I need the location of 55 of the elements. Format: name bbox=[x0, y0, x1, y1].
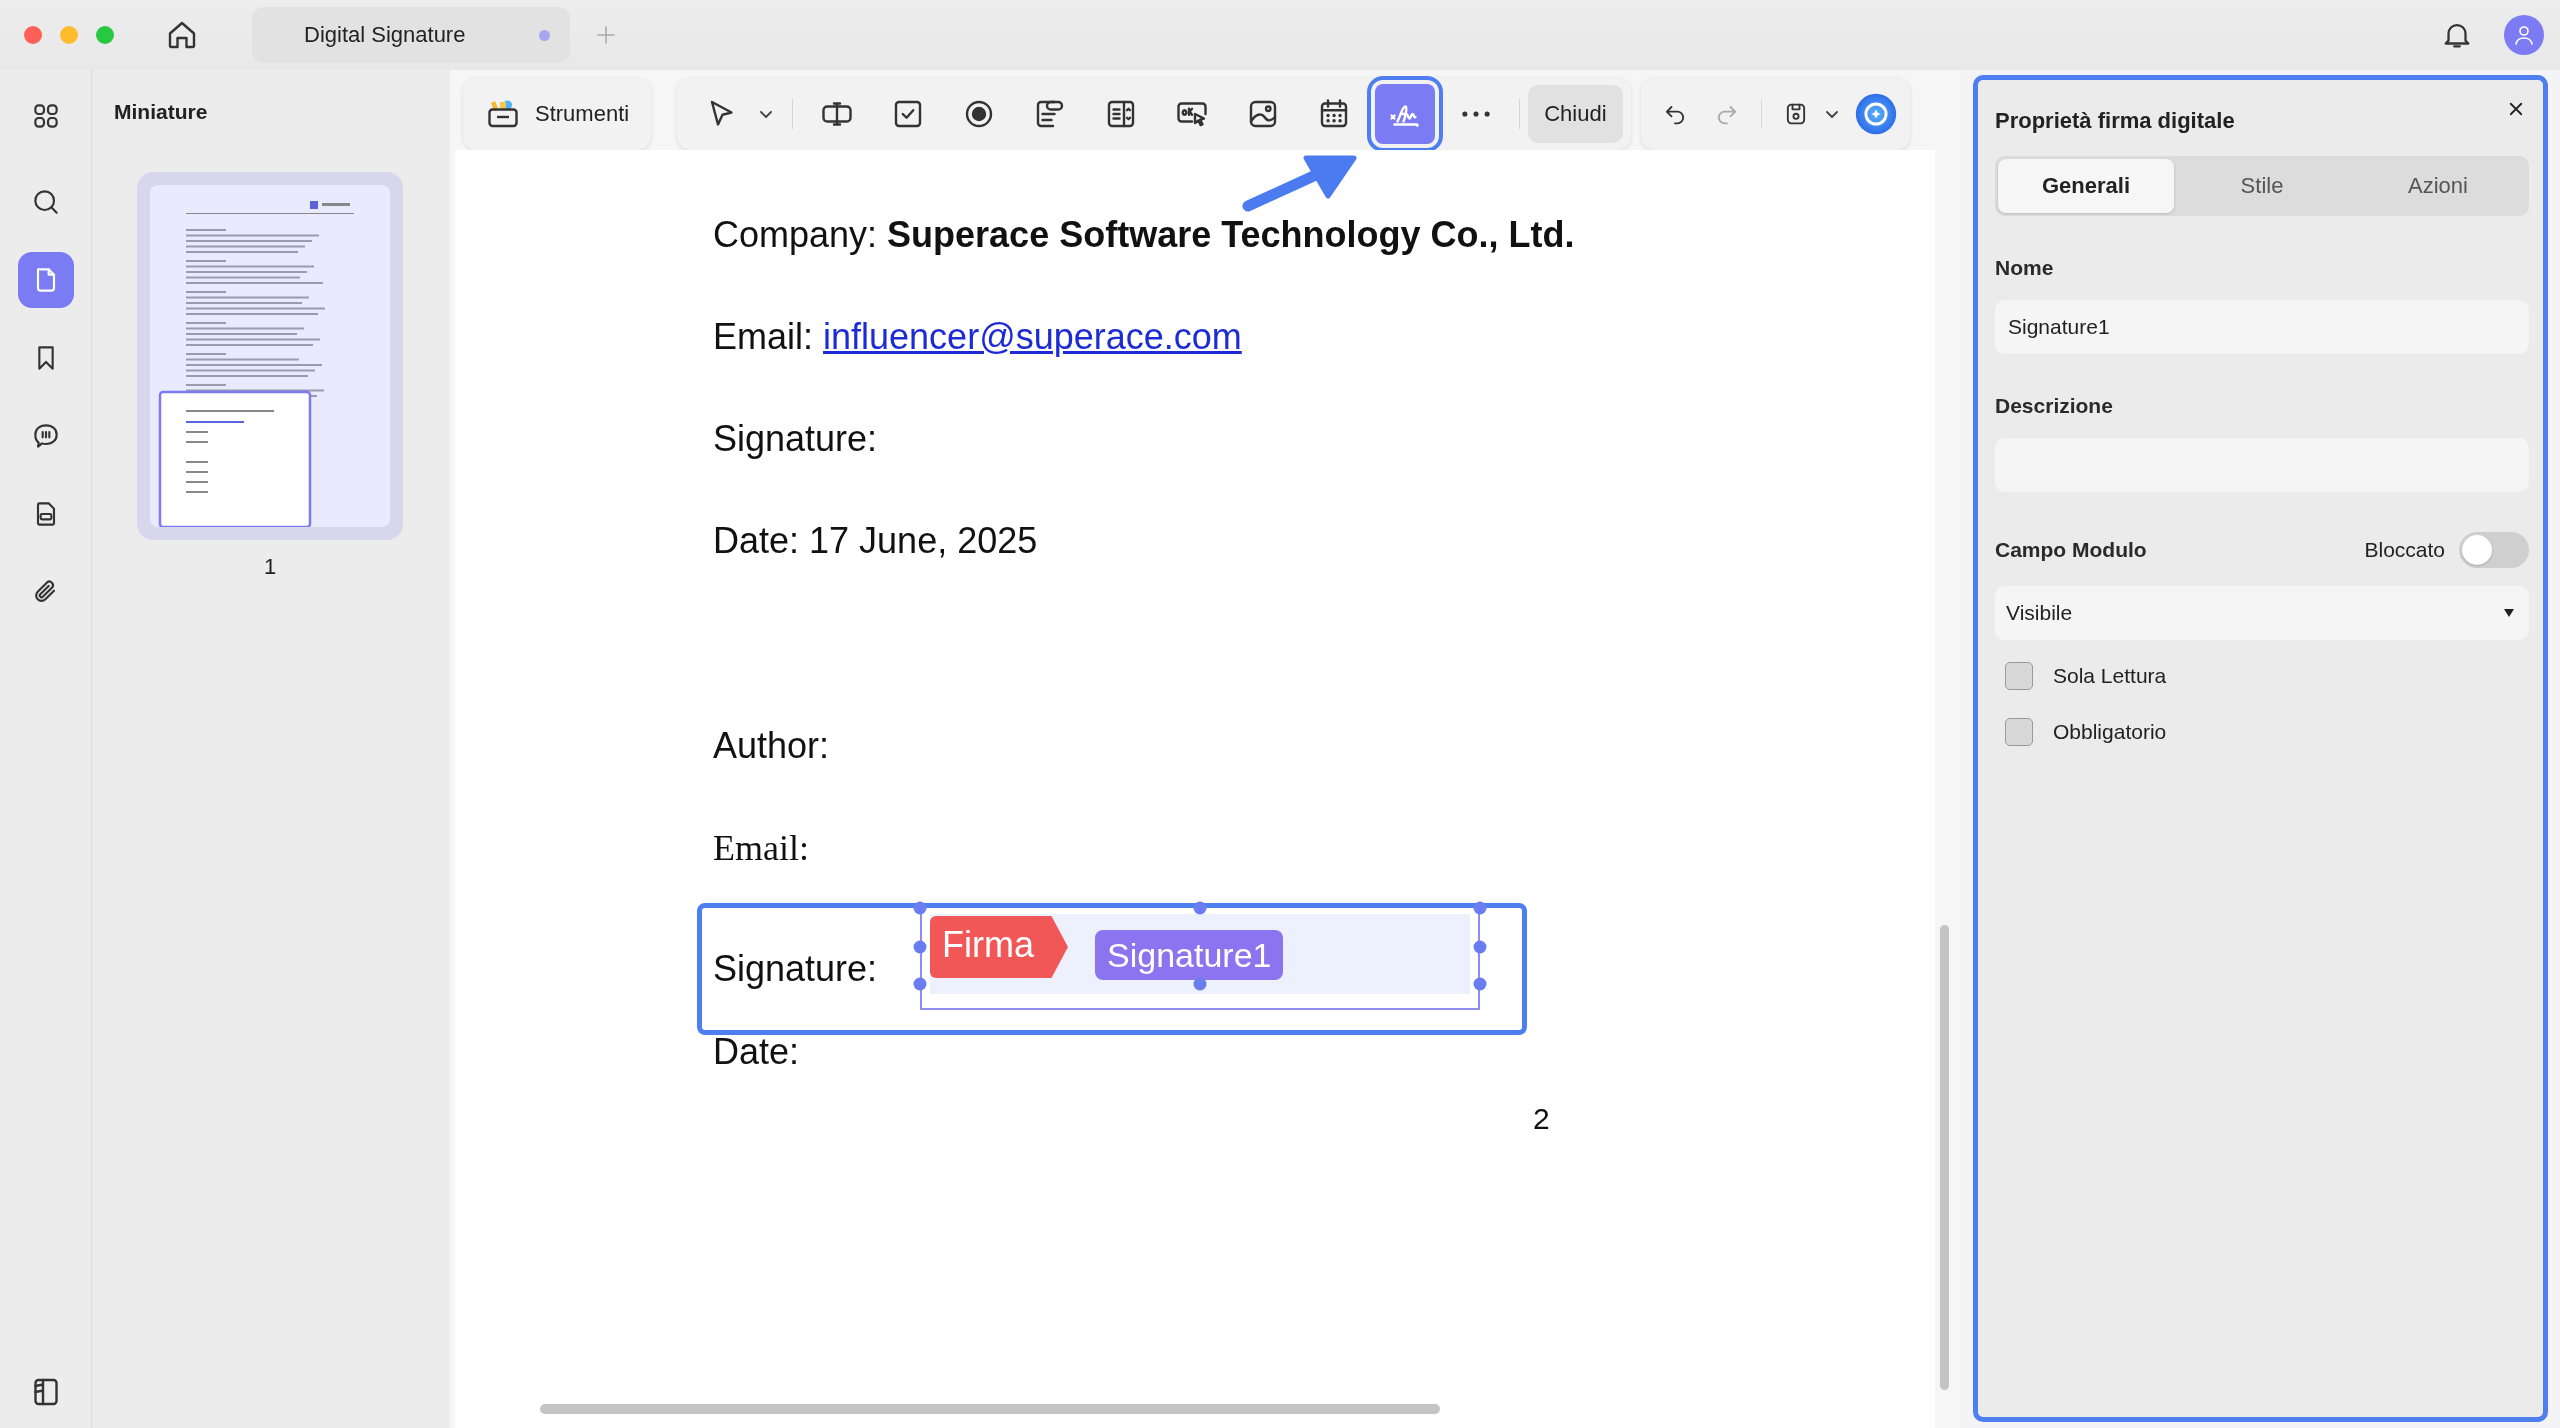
checkbox-label: Sola Lettura bbox=[2053, 664, 2167, 688]
resize-handle[interactable] bbox=[1473, 901, 1487, 915]
more-icon bbox=[1461, 111, 1490, 117]
checkbox[interactable] bbox=[2005, 662, 2033, 690]
tab[interactable]: Stile bbox=[2174, 159, 2350, 213]
close-window-button[interactable] bbox=[24, 26, 42, 44]
name-field[interactable]: Signature1 bbox=[1995, 300, 2529, 354]
scrollbar[interactable] bbox=[1940, 925, 1949, 1390]
resize-handle[interactable] bbox=[1193, 901, 1207, 915]
page-thumbnail[interactable] bbox=[137, 172, 403, 540]
company-label: Company: bbox=[713, 214, 878, 256]
close-button[interactable]: Chiudi bbox=[1528, 85, 1623, 143]
document-text: Email: bbox=[713, 827, 809, 869]
panel-title: Proprietà firma digitale bbox=[1995, 108, 2236, 134]
document-text: Author: bbox=[713, 725, 830, 767]
resize-handle[interactable] bbox=[913, 977, 927, 991]
panel-title: Miniature bbox=[114, 100, 209, 124]
lock-toggle[interactable] bbox=[2459, 532, 2529, 568]
signature-label: Signature: bbox=[713, 948, 878, 990]
field-label: Campo Modulo bbox=[1995, 538, 2147, 562]
checkbox-label: Obbligatorio bbox=[2053, 720, 2167, 744]
toggle-label: Bloccato bbox=[2364, 538, 2445, 562]
resize-handle[interactable] bbox=[913, 940, 927, 954]
tab[interactable]: Azioni bbox=[2350, 159, 2526, 213]
close-icon bbox=[2507, 100, 2525, 118]
field-label: Descrizione bbox=[1995, 394, 2114, 418]
caret-icon[interactable] bbox=[760, 110, 773, 118]
caret-icon bbox=[2503, 608, 2515, 618]
document-text: Date: 17 June, 2025 bbox=[713, 520, 1038, 562]
field-name-badge: Signature1 bbox=[1095, 930, 1284, 980]
field-label: Nome bbox=[1995, 256, 2055, 280]
field-type-tag: Firma bbox=[930, 916, 1068, 978]
person-icon bbox=[2512, 23, 2536, 47]
tab-title: Digital Signature bbox=[304, 22, 466, 48]
document-text: Date: bbox=[713, 1031, 800, 1073]
resize-handle[interactable] bbox=[913, 901, 927, 915]
avatar-button[interactable] bbox=[2504, 15, 2544, 55]
plus-icon bbox=[594, 23, 618, 47]
document-tab[interactable]: Digital Signature bbox=[252, 7, 570, 63]
resize-handle[interactable] bbox=[1473, 940, 1487, 954]
resize-handle[interactable] bbox=[1473, 977, 1487, 991]
checkbox[interactable] bbox=[2005, 718, 2033, 746]
email-link[interactable]: influencer@superace.com bbox=[823, 316, 1242, 358]
tools-button[interactable]: Strumenti bbox=[463, 78, 652, 150]
caret-icon[interactable] bbox=[1825, 110, 1838, 118]
scrollbar[interactable] bbox=[540, 1404, 1440, 1414]
page-number: 1 bbox=[262, 554, 278, 580]
company-name: Superace Software Technology Co., Ltd. bbox=[887, 214, 1575, 256]
visibility-dropdown[interactable]: Visibile bbox=[1995, 586, 2529, 640]
tab[interactable]: Generali bbox=[1998, 159, 2174, 213]
ai-assistant-icon[interactable] bbox=[1853, 92, 1898, 136]
document-text: Signature: bbox=[713, 418, 878, 460]
page-button[interactable] bbox=[17, 252, 74, 308]
page-number: 2 bbox=[1533, 1102, 1550, 1136]
email-label: Email: bbox=[713, 316, 814, 358]
